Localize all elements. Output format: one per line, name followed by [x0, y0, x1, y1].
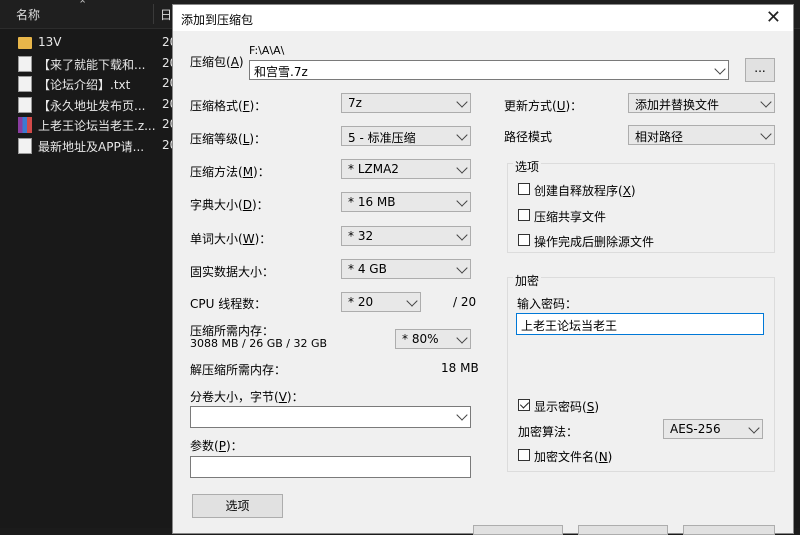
add-to-archive-dialog: 添加到压缩包 ✕ 压缩包(A) F:\A\A\ 和宫雪.7z ... 压缩格式(…: [172, 4, 794, 535]
help-button[interactable]: [683, 525, 775, 535]
path-mode-combobox[interactable]: 相对路径: [628, 125, 775, 145]
chevron-down-icon: [714, 63, 726, 75]
format-combobox[interactable]: 7z: [341, 93, 471, 113]
dialog-titlebar[interactable]: 添加到压缩包 ✕: [173, 5, 793, 31]
file-name: 13V: [38, 35, 62, 49]
options-button[interactable]: 选项: [192, 494, 283, 518]
file-row[interactable]: 最新地址及APP请...202: [16, 136, 186, 156]
volume-combobox[interactable]: [190, 406, 471, 428]
dict-label: 字典大小(D)：: [190, 198, 269, 212]
checkbox-unchecked-icon: [518, 234, 530, 246]
column-separator[interactable]: [153, 4, 154, 24]
chevron-down-icon: [456, 409, 468, 421]
chevron-down-icon: [456, 262, 468, 274]
file-row[interactable]: 13V202: [16, 33, 186, 53]
file-row[interactable]: 【永久地址发布页...202: [16, 95, 186, 115]
level-combobox[interactable]: 5 - 标准压缩: [341, 126, 471, 146]
folder-icon: [18, 37, 32, 49]
encryption-method-combobox[interactable]: AES-256: [663, 419, 763, 439]
chevron-down-icon: [760, 128, 772, 140]
file-name: 【论坛介绍】.txt: [38, 78, 131, 92]
file-name: 【永久地址发布页...: [38, 98, 146, 113]
path-mode-label: 路径模式: [504, 130, 553, 144]
word-label: 单词大小(W)：: [190, 232, 272, 246]
dict-combobox[interactable]: * 16 MB: [341, 192, 471, 212]
checkbox-unchecked-icon: [518, 183, 530, 195]
checkbox-unchecked-icon: [518, 208, 530, 221]
file-name: 【来了就能下载和...: [38, 57, 146, 72]
chevron-down-icon: [456, 162, 468, 174]
mem-decompress-label: 解压缩所需内存：: [190, 363, 287, 377]
solid-combobox[interactable]: * 4 GB: [341, 259, 471, 279]
checkbox-unchecked-icon: [518, 449, 530, 461]
archive-name-combobox[interactable]: 和宫雪.7z: [249, 60, 729, 80]
file-row[interactable]: 【来了就能下载和...202: [16, 54, 186, 74]
file-row[interactable]: 【论坛介绍】.txt202: [16, 74, 186, 94]
document-icon: [18, 76, 32, 92]
file-row[interactable]: 上老王论坛当老王.z...202: [16, 115, 186, 135]
threads-label: CPU 线程数：: [190, 297, 267, 311]
chevron-down-icon: [748, 422, 760, 434]
ok-button[interactable]: [473, 525, 563, 535]
password-label: 输入密码：: [517, 297, 578, 311]
update-label: 更新方式(U)：: [504, 99, 583, 113]
word-combobox[interactable]: * 32: [341, 226, 471, 246]
browse-button[interactable]: ...: [745, 58, 775, 82]
archive-path: F:\A\A\: [249, 44, 285, 57]
encryption-method-label: 加密算法：: [518, 425, 579, 439]
threads-combobox[interactable]: * 20: [341, 292, 421, 312]
method-combobox[interactable]: * LZMA2: [341, 159, 471, 179]
archive-icon: [18, 117, 32, 133]
method-label: 压缩方法(M)：: [190, 165, 270, 179]
dialog-title: 添加到压缩包: [181, 13, 254, 27]
cancel-button[interactable]: [578, 525, 668, 535]
document-icon: [18, 137, 32, 154]
level-label: 压缩等级(L)：: [190, 132, 267, 146]
file-name: 上老王论坛当老王.z...: [38, 119, 156, 133]
update-combobox[interactable]: 添加并替换文件: [628, 93, 775, 113]
document-icon: [18, 96, 32, 113]
threads-total: / 20: [453, 295, 477, 309]
password-input[interactable]: 上老王论坛当老王: [516, 313, 764, 335]
format-label: 压缩格式(F)：: [190, 99, 267, 113]
close-icon[interactable]: ✕: [766, 7, 781, 28]
file-name: 最新地址及APP请...: [38, 139, 145, 154]
mem-compress-value: 3088 MB / 26 GB / 32 GB: [190, 337, 328, 350]
sort-up-icon: ⌃: [78, 0, 88, 11]
chevron-down-icon: [456, 332, 468, 344]
params-label: 参数(P)：: [190, 439, 243, 453]
document-icon: [18, 55, 32, 72]
params-input[interactable]: [190, 456, 471, 478]
archive-label: 压缩包(A): [190, 55, 244, 69]
volume-label: 分卷大小，字节(V)：: [190, 390, 304, 404]
chevron-down-icon: [406, 295, 418, 307]
checkbox-checked-icon: [518, 399, 530, 411]
mem-decompress-value: 18 MB: [441, 361, 479, 375]
chevron-down-icon: [456, 129, 468, 141]
chevron-down-icon: [456, 195, 468, 207]
mem-percent-combobox[interactable]: * 80%: [395, 329, 471, 349]
column-name-header[interactable]: 名称: [16, 6, 40, 23]
chevron-down-icon: [760, 96, 772, 108]
chevron-down-icon: [456, 96, 468, 108]
solid-label: 固实数据大小：: [190, 265, 275, 279]
options-group-title: 选项: [513, 158, 542, 175]
encryption-group-title: 加密: [513, 272, 542, 289]
chevron-down-icon: [456, 229, 468, 241]
